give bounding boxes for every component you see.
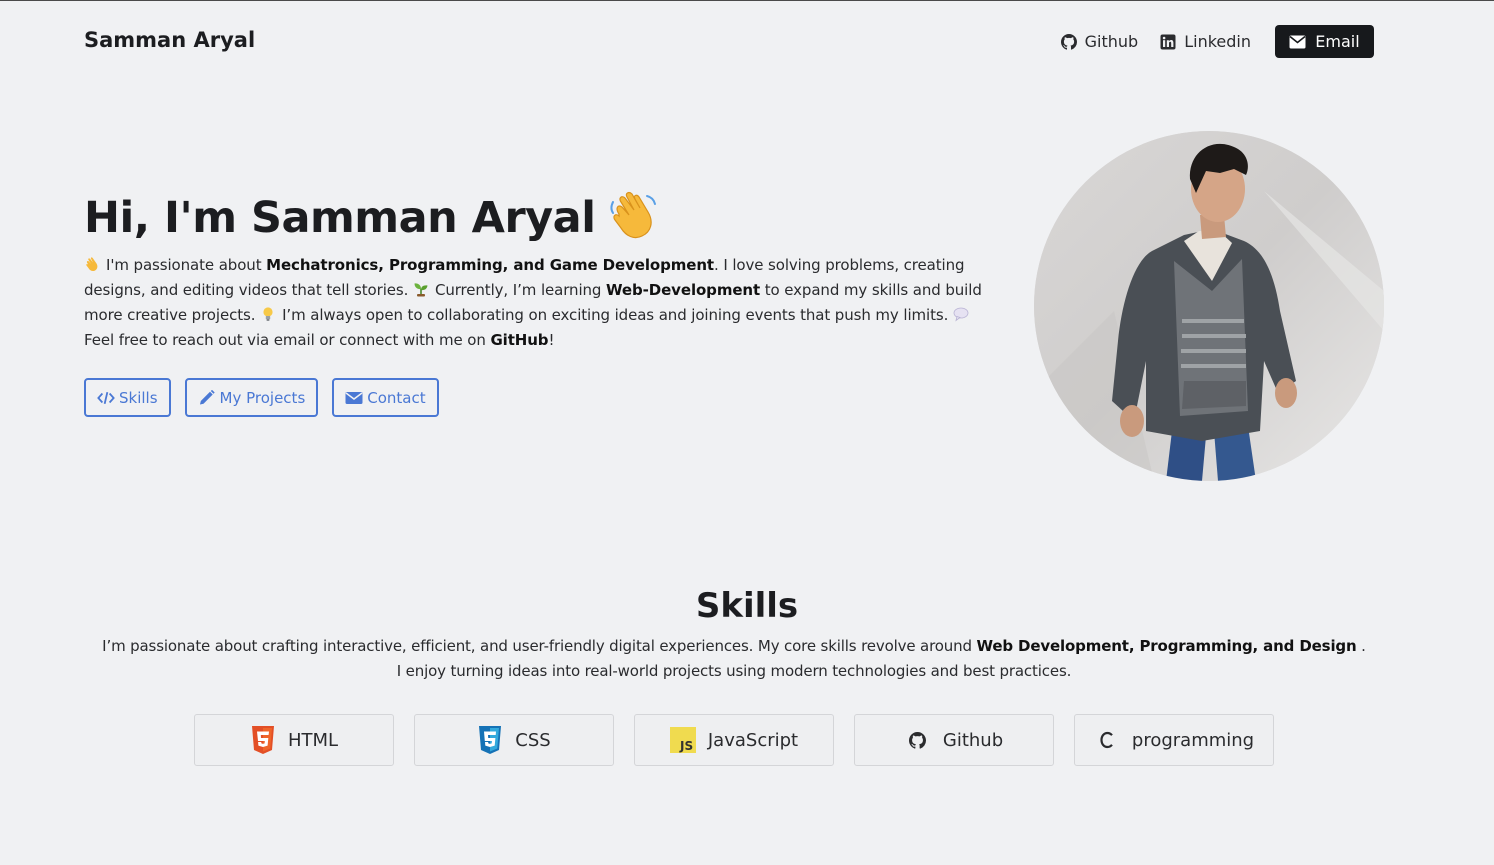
- skill-card-label: CSS: [515, 729, 551, 751]
- hero-intro: I'm passionate about Mechatronics, Progr…: [84, 253, 994, 353]
- skill-card-label: HTML: [287, 729, 339, 751]
- code-icon: [97, 391, 115, 404]
- github-icon: [1060, 33, 1077, 50]
- skill-card-css[interactable]: CSS: [414, 714, 614, 766]
- nav-links: Github Linkedin Email: [1039, 25, 1374, 58]
- small-wave-icon: [86, 257, 98, 271]
- hero-text-7: !: [548, 331, 555, 349]
- profile-photo: [1034, 131, 1384, 481]
- hero-title-text: Hi, I'm Samman Aryal: [84, 193, 596, 243]
- envelope-icon: [345, 391, 363, 404]
- email-button[interactable]: Email: [1275, 25, 1374, 58]
- skill-card-github[interactable]: Github: [854, 714, 1054, 766]
- seedling-icon: [414, 283, 428, 297]
- html5-icon: [251, 726, 274, 754]
- nav-linkedin-label: Linkedin: [1184, 32, 1251, 51]
- hero-bold-interests: Mechatronics, Programming, and Game Deve…: [266, 256, 714, 274]
- email-button-label: Email: [1315, 32, 1360, 51]
- js-icon: JS: [669, 727, 696, 753]
- hero-buttons: Skills My Projects Contact: [84, 378, 453, 417]
- lightbulb-icon: [263, 307, 273, 321]
- contact-button-label: Contact: [367, 388, 426, 407]
- projects-button-label: My Projects: [219, 388, 306, 407]
- skill-card-label: JavaScript: [707, 729, 799, 751]
- skills-bold-core: Web Development, Programming, and Design: [976, 637, 1357, 655]
- skills-text-1: I’m passionate about crafting interactiv…: [102, 637, 977, 655]
- speech-balloon-icon: [953, 307, 969, 322]
- linkedin-icon: [1160, 34, 1176, 49]
- skills-button[interactable]: Skills: [84, 378, 171, 417]
- hero-text-5: I’m always open to collaborating on exci…: [282, 306, 949, 324]
- pencil-icon: [199, 389, 215, 404]
- envelope-icon: [1289, 35, 1306, 48]
- nav-github-label: Github: [1084, 32, 1139, 51]
- css3-icon: [479, 726, 502, 754]
- skill-card-label: Github: [942, 729, 1004, 751]
- contact-button[interactable]: Contact: [332, 378, 439, 417]
- hero-text-3: Currently, I’m learning: [434, 281, 607, 299]
- projects-button[interactable]: My Projects: [184, 378, 319, 417]
- hero-bold-learning: Web-Development: [606, 281, 761, 299]
- hero-title: Hi, I'm Samman Aryal: [84, 190, 657, 243]
- github-icon: [909, 731, 927, 749]
- skill-card-label: programming: [1131, 729, 1255, 751]
- hero-text-1: I'm passionate about: [106, 256, 267, 274]
- skill-cards: HTML CSS JS JavaScript Github programmin…: [194, 714, 1274, 766]
- hero-bold-github: GitHub: [490, 331, 549, 349]
- skill-card-html[interactable]: HTML: [194, 714, 394, 766]
- skill-card-programming[interactable]: programming: [1074, 714, 1274, 766]
- top-border: [0, 0, 1494, 1]
- brand-name[interactable]: Samman Aryal: [84, 28, 255, 52]
- skills-button-label: Skills: [119, 388, 158, 407]
- svg-text:JS: JS: [679, 739, 693, 753]
- waving-hand-icon: [610, 191, 657, 239]
- skills-heading: Skills: [695, 586, 799, 626]
- skill-card-javascript[interactable]: JS JavaScript: [634, 714, 834, 766]
- profile-photo-image: [1034, 131, 1384, 481]
- c-letter-icon: [1100, 731, 1113, 749]
- nav-linkedin-link[interactable]: Linkedin: [1160, 32, 1251, 51]
- navbar: Samman Aryal Github Linkedin Email: [84, 25, 1374, 58]
- hero-text-6: Feel free to reach out via email or conn…: [84, 331, 491, 349]
- nav-github-link[interactable]: Github: [1060, 32, 1139, 51]
- skills-description: I’m passionate about crafting interactiv…: [100, 634, 1368, 684]
